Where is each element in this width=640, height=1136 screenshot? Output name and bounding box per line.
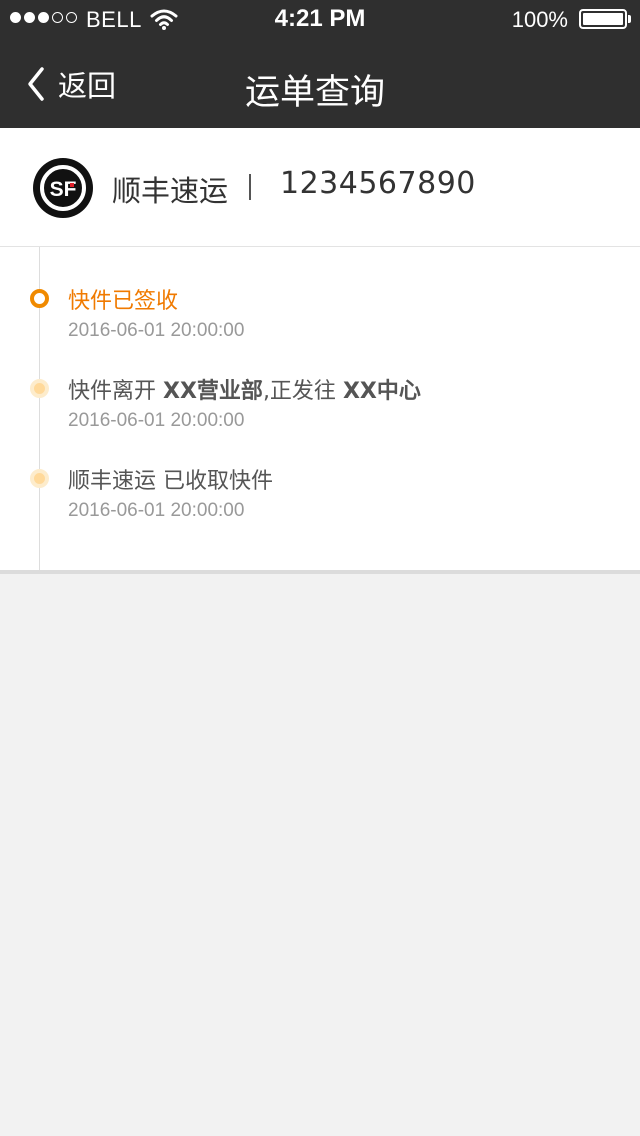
event-title: 快件离开 XX营业部,正发往 XX中心 xyxy=(68,373,421,405)
event-title: 顺丰速运 已收取快件 xyxy=(68,469,273,494)
timeline-event: 快件离开 XX营业部,正发往 XX中心 2016-06-01 20:00:00 xyxy=(0,337,640,431)
past-status-dot-icon xyxy=(30,469,49,488)
shipment-header: SF 顺丰速运 1234567890 xyxy=(0,128,640,247)
event-origin: XX营业部 xyxy=(163,379,263,404)
nav-bar: 返回 运单查询 xyxy=(0,40,640,128)
event-title-middle: ,正发往 xyxy=(262,379,343,404)
battery-tip xyxy=(628,15,631,23)
event-time: 2016-06-01 20:00:00 xyxy=(68,500,245,521)
tracking-timeline: 快件已签收 2016-06-01 20:00:00 快件离开 XX营业部,正发往… xyxy=(0,247,640,574)
event-title: 快件已签收 xyxy=(68,289,179,314)
svg-text:SF: SF xyxy=(50,178,77,201)
current-status-dot-icon xyxy=(30,289,49,308)
divider xyxy=(249,174,251,200)
carrier-name: 顺丰速运 xyxy=(112,174,229,208)
battery-icon xyxy=(579,9,627,29)
battery-percent: 100% xyxy=(511,7,568,32)
past-status-dot-icon xyxy=(30,379,49,398)
page-title: 运单查询 xyxy=(244,73,385,113)
timeline-event: 快件已签收 2016-06-01 20:00:00 xyxy=(0,247,640,341)
status-bar: BELL 4:21 PM 100% xyxy=(0,0,640,40)
timeline-event: 顺丰速运 已收取快件 2016-06-01 20:00:00 xyxy=(0,427,640,521)
tracking-number: 1234567890 xyxy=(280,166,476,201)
sf-express-logo-icon: SF xyxy=(33,158,93,218)
event-title-prefix: 快件离开 xyxy=(68,379,163,404)
event-destination: XX中心 xyxy=(342,379,421,404)
